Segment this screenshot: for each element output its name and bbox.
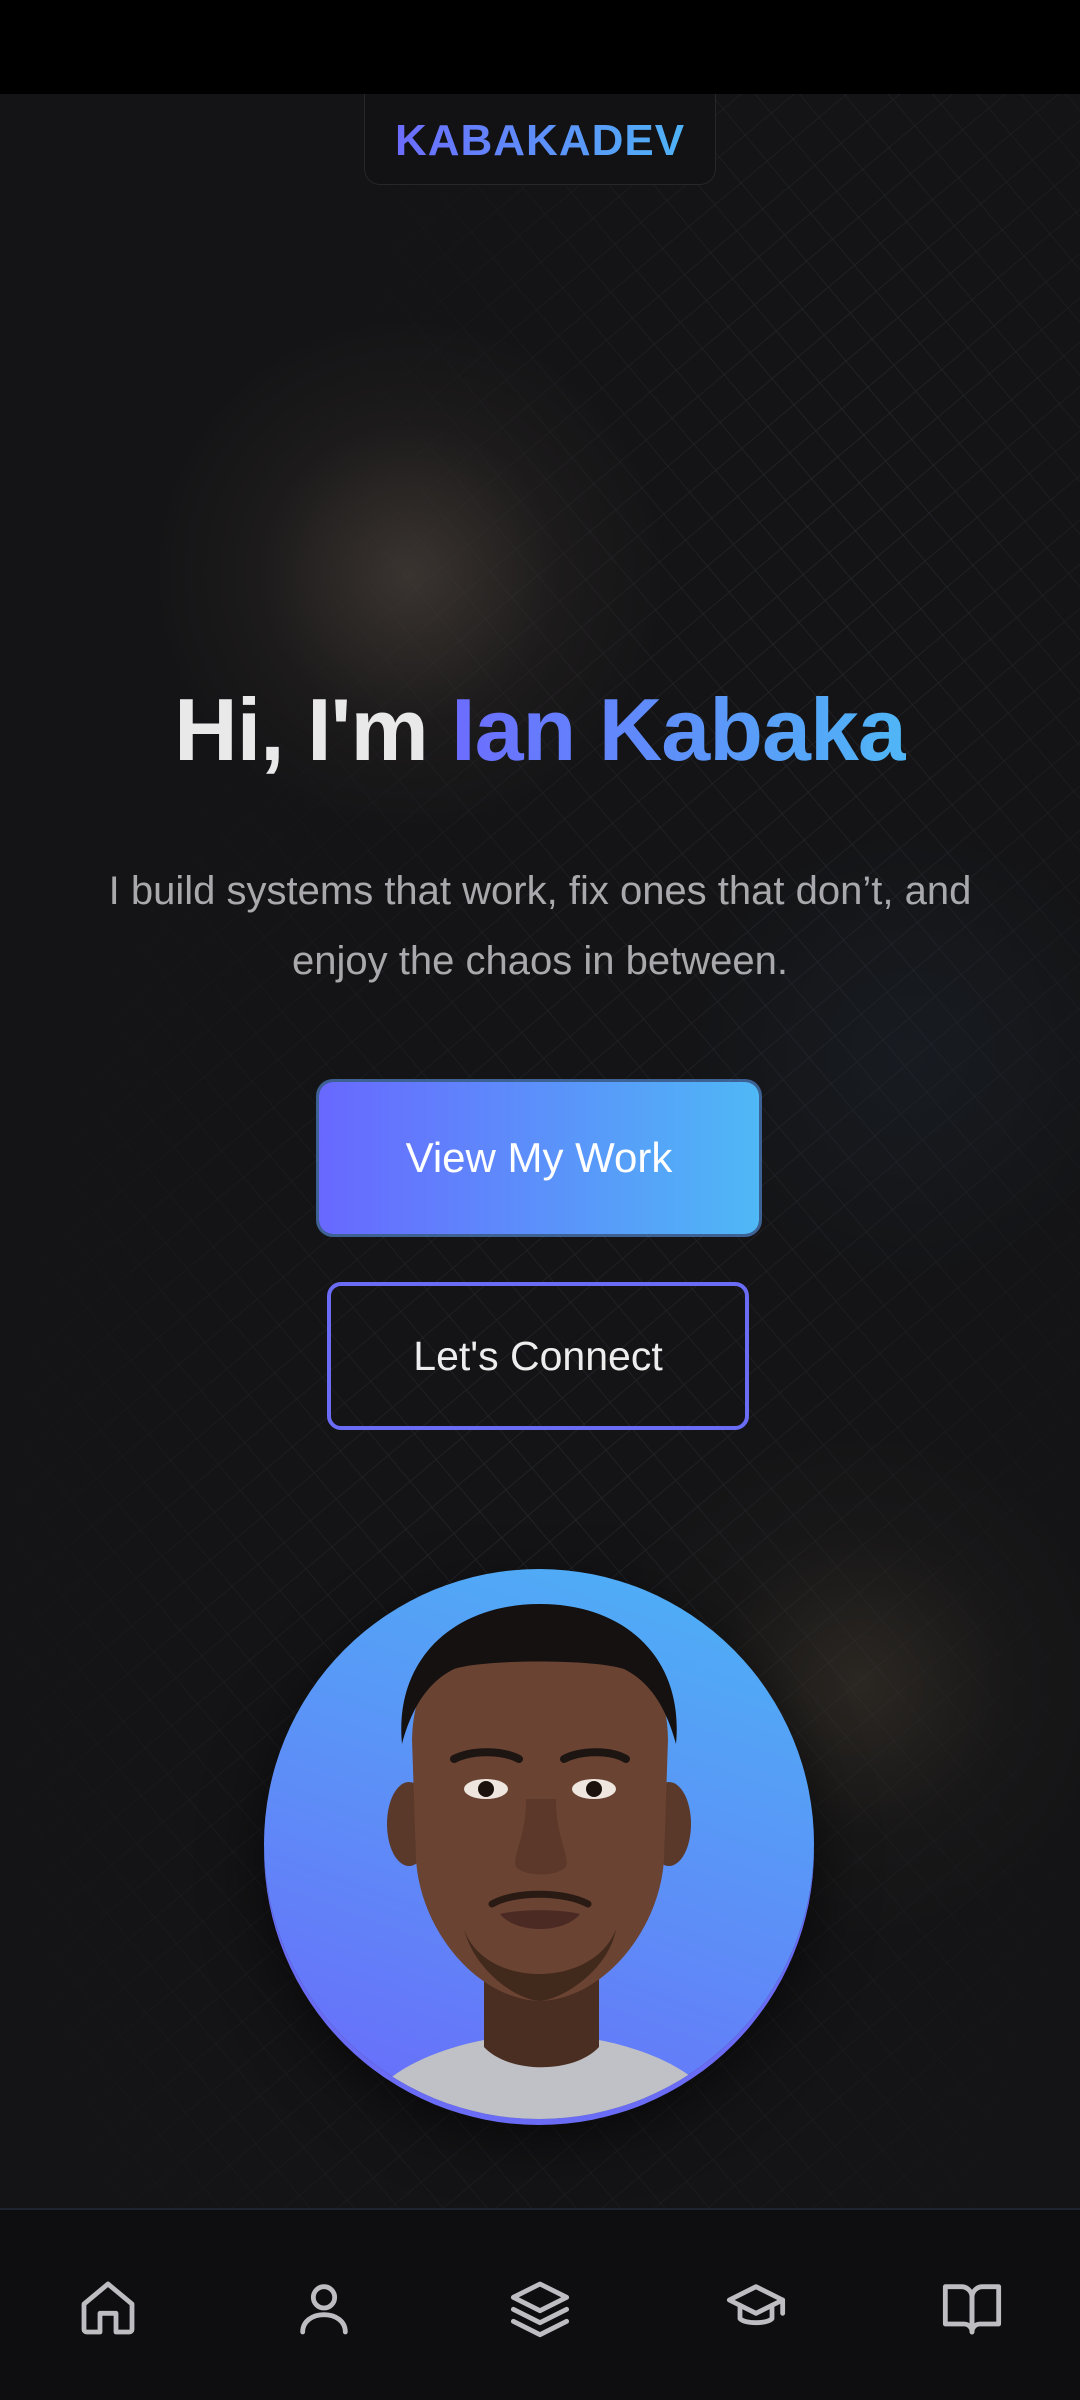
bottom-navigation (0, 2208, 1080, 2400)
home-icon (81, 2281, 135, 2335)
graduation-cap-icon (726, 2284, 786, 2326)
nav-projects[interactable] (502, 2270, 578, 2346)
layers-icon (510, 2281, 570, 2338)
app-screen: KABAKADEV Hi, I'm Ian Kabaka I build sys… (0, 0, 1080, 2400)
hero-title: Hi, I'm Ian Kabaka (0, 679, 1080, 781)
hero-name: Ian Kabaka (451, 680, 907, 779)
profile-portrait (359, 1604, 724, 2119)
hero-greeting: Hi, I'm (174, 680, 429, 779)
portfolio-page: KABAKADEV Hi, I'm Ian Kabaka I build sys… (0, 94, 1080, 2208)
nav-blog[interactable] (934, 2270, 1010, 2346)
brand-logo[interactable]: KABAKADEV (364, 94, 716, 185)
lets-connect-button[interactable]: Let's Connect (327, 1282, 749, 1430)
profile-avatar (264, 1569, 814, 2119)
user-icon (300, 2284, 348, 2335)
status-bar (0, 0, 1080, 94)
hero-subtitle: I build systems that work, fix ones that… (108, 869, 972, 983)
brand-name: KABAKADEV (394, 116, 686, 165)
nav-about[interactable] (286, 2270, 362, 2346)
nav-education[interactable] (718, 2270, 794, 2346)
view-my-work-label: View My Work (405, 1134, 673, 1181)
book-open-icon (942, 2284, 1002, 2335)
view-my-work-button[interactable]: View My Work (319, 1082, 759, 1234)
nav-home[interactable] (70, 2270, 146, 2346)
lets-connect-label: Let's Connect (413, 1332, 663, 1379)
